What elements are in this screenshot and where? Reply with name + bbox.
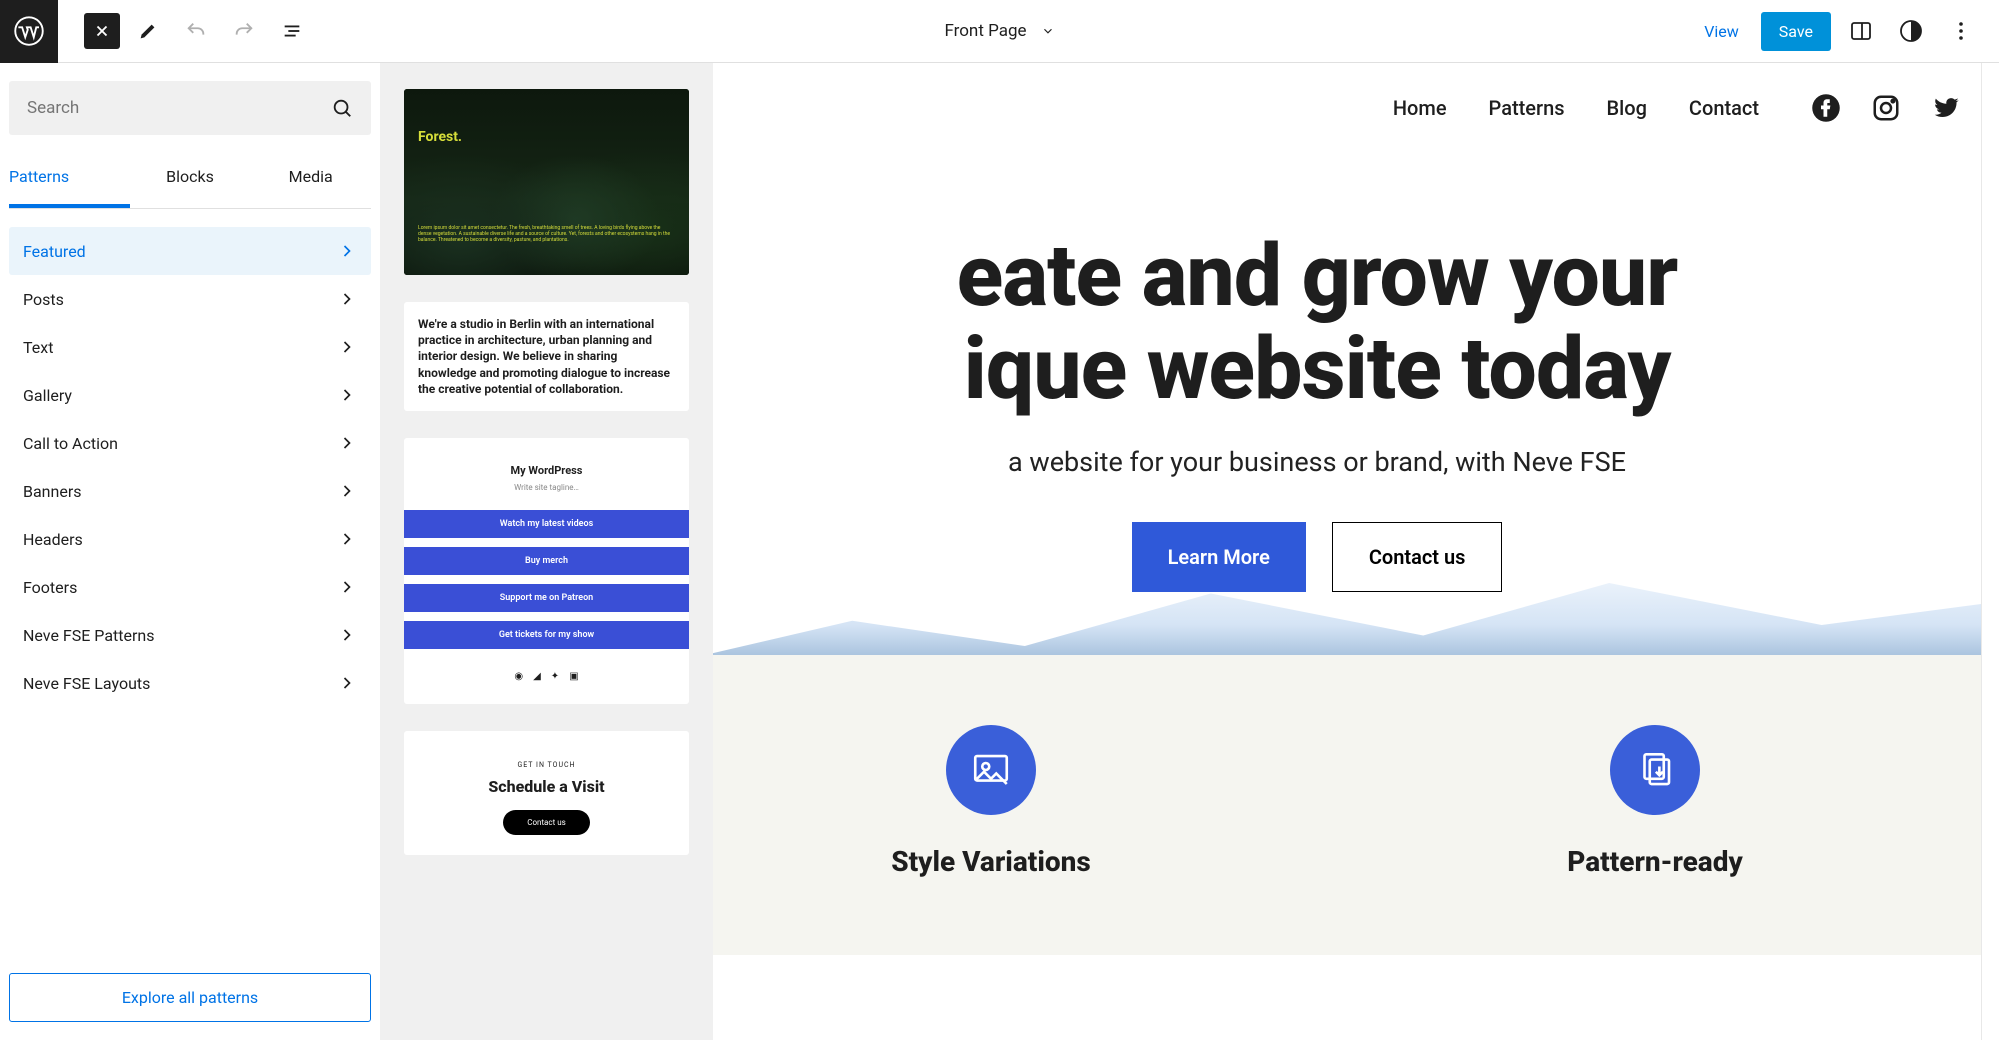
category-call-to-action[interactable]: Call to Action	[9, 419, 371, 467]
nav-home[interactable]: Home	[1393, 96, 1447, 120]
edit-tool-button[interactable]	[128, 11, 168, 51]
chevron-down-icon	[1041, 24, 1055, 38]
tab-patterns[interactable]: Patterns	[9, 153, 130, 208]
editor-canvas[interactable]: Home Patterns Blog Contact eate and grow…	[713, 63, 1982, 1040]
chevron-right-icon	[337, 529, 357, 549]
search-box[interactable]	[9, 81, 371, 135]
right-gutter	[1982, 63, 1999, 1040]
facebook-icon[interactable]	[1811, 93, 1841, 123]
category-banners[interactable]: Banners	[9, 467, 371, 515]
inserter-tabs: Patterns Blocks Media	[9, 153, 371, 209]
category-footers[interactable]: Footers	[9, 563, 371, 611]
sidebar-toggle-button[interactable]	[1841, 11, 1881, 51]
twitter-icon: ✦	[551, 671, 559, 682]
social-icons-row: ◉ ◢ ✦ ▣	[404, 671, 689, 682]
features-section: Style Variations Pattern-ready	[713, 655, 1981, 955]
chevron-right-icon	[337, 433, 357, 453]
hero-primary-button[interactable]: Learn More	[1132, 522, 1306, 592]
pattern-card-linktree[interactable]: My WordPress Write site tagline… Watch m…	[404, 438, 689, 704]
nav-contact[interactable]: Contact	[1689, 96, 1759, 120]
page-title-label: Front Page	[944, 21, 1026, 41]
nav-patterns[interactable]: Patterns	[1489, 96, 1565, 120]
search-input[interactable]	[27, 98, 331, 118]
options-menu-button[interactable]	[1941, 11, 1981, 51]
chevron-right-icon	[337, 337, 357, 357]
nav-blog[interactable]: Blog	[1607, 96, 1647, 120]
pattern-card-forest[interactable]: Forest. Lorem ipsum dolor sit amet conse…	[404, 89, 689, 275]
chevron-right-icon	[337, 577, 357, 597]
hero-subheading[interactable]: a website for your business or brand, wi…	[713, 446, 1981, 478]
chevron-right-icon	[337, 625, 357, 645]
redo-button[interactable]	[224, 11, 264, 51]
bandcamp-icon: ◢	[533, 671, 541, 682]
pattern-card-schedule-visit[interactable]: GET IN TOUCH Schedule a Visit Contact us	[404, 731, 689, 855]
chevron-right-icon	[337, 673, 357, 693]
tab-blocks[interactable]: Blocks	[130, 153, 251, 208]
pattern-card-studio-text[interactable]: We're a studio in Berlin with an interna…	[404, 302, 689, 411]
category-list: Featured Posts Text Gallery Call to Acti…	[9, 227, 371, 707]
styles-button[interactable]	[1891, 11, 1931, 51]
pattern-previews: Forest. Lorem ipsum dolor sit amet conse…	[380, 63, 713, 1040]
chevron-right-icon	[337, 241, 357, 261]
page-title-selector[interactable]: Front Page	[944, 21, 1054, 41]
search-icon	[331, 97, 353, 119]
category-text[interactable]: Text	[9, 323, 371, 371]
feature-style-variations[interactable]: Style Variations	[891, 725, 1091, 955]
view-link[interactable]: View	[1692, 14, 1751, 49]
chevron-right-icon	[337, 481, 357, 501]
chevron-right-icon	[337, 289, 357, 309]
twitch-icon: ▣	[569, 671, 578, 682]
instagram-icon[interactable]	[1871, 93, 1901, 123]
forest-image	[404, 89, 689, 275]
hero-heading[interactable]: eate and grow yourique website today	[713, 230, 1981, 416]
feature-pattern-ready[interactable]: Pattern-ready	[1567, 725, 1743, 955]
chevron-right-icon	[337, 385, 357, 405]
category-headers[interactable]: Headers	[9, 515, 371, 563]
category-neve-fse-layouts[interactable]: Neve FSE Layouts	[9, 659, 371, 707]
instagram-icon: ◉	[514, 671, 523, 682]
site-nav: Home Patterns Blog Contact	[1393, 93, 1961, 123]
document-overview-button[interactable]	[272, 11, 312, 51]
undo-button[interactable]	[176, 11, 216, 51]
category-neve-fse-patterns[interactable]: Neve FSE Patterns	[9, 611, 371, 659]
image-icon	[946, 725, 1036, 815]
editor-topbar: Front Page View Save	[0, 0, 1999, 63]
category-posts[interactable]: Posts	[9, 275, 371, 323]
save-button[interactable]: Save	[1761, 12, 1831, 51]
inserter-panel: Patterns Blocks Media Featured Posts Tex…	[0, 63, 380, 1040]
category-gallery[interactable]: Gallery	[9, 371, 371, 419]
twitter-icon[interactable]	[1931, 93, 1961, 123]
tab-media[interactable]: Media	[250, 153, 371, 208]
download-files-icon	[1610, 725, 1700, 815]
hero-outline-button[interactable]: Contact us	[1332, 522, 1503, 592]
explore-all-patterns-button[interactable]: Explore all patterns	[9, 973, 371, 1022]
close-inserter-button[interactable]	[84, 13, 120, 49]
wordpress-logo[interactable]	[0, 0, 58, 63]
category-featured[interactable]: Featured	[9, 227, 371, 275]
